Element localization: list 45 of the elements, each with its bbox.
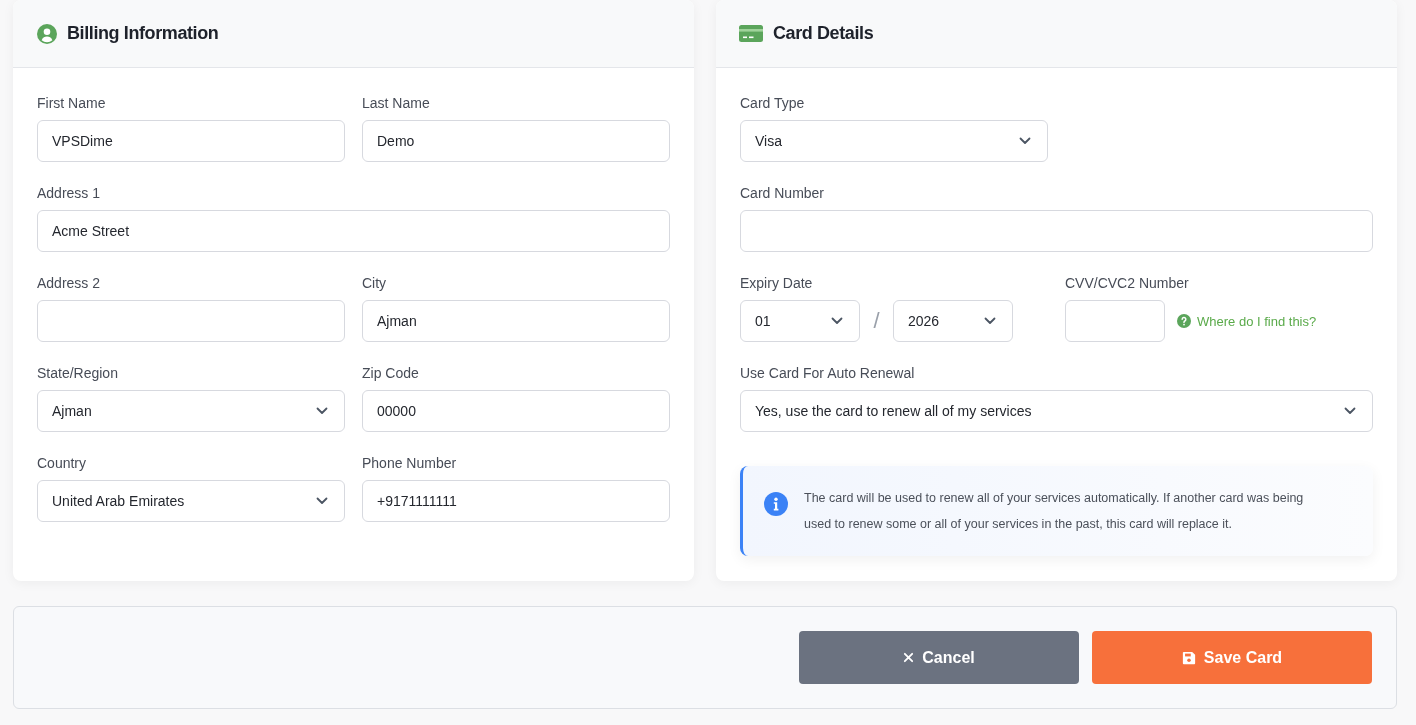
date-separator: / xyxy=(872,307,881,335)
input-field[interactable]: Demo xyxy=(362,120,670,162)
field-label: First Name xyxy=(37,94,107,112)
select-field[interactable]: 01 xyxy=(740,300,860,342)
select-field[interactable]: United Arab Emirates xyxy=(37,480,345,522)
chevron-down-icon xyxy=(984,317,996,325)
input-field[interactable] xyxy=(740,210,1373,252)
notice-text: The card will be used to renew all of your services automatically. If another card was being used to renew some or all of your services in the past, this card will replace it. xyxy=(804,490,1305,533)
field-label: Address 1 xyxy=(37,184,102,202)
field-label: City xyxy=(362,274,388,292)
select-field[interactable]: Visa xyxy=(740,120,1048,162)
input-field[interactable]: 00000 xyxy=(362,390,670,432)
user-circle-icon xyxy=(37,23,57,44)
input-field[interactable]: Ajman xyxy=(362,300,670,342)
field-label: Card Type xyxy=(740,94,806,112)
chevron-down-icon xyxy=(831,317,843,325)
select-field[interactable]: 2026 xyxy=(893,300,1013,342)
field-label: Card Number xyxy=(740,184,826,202)
field-label: Last Name xyxy=(362,94,431,112)
field-label: State/Region xyxy=(37,364,119,382)
input-field[interactable]: VPSDime xyxy=(37,120,345,162)
field-label: Use Card For Auto Renewal xyxy=(740,364,916,382)
input-field[interactable]: Acme Street xyxy=(37,210,670,252)
field-label: CVV/CVC2 Number xyxy=(1065,274,1190,292)
input-field[interactable]: +9171111111 xyxy=(362,480,670,522)
chevron-down-icon xyxy=(316,407,328,415)
field-label: Phone Number xyxy=(362,454,458,472)
field-label: Country xyxy=(37,454,88,472)
field-label: Address 2 xyxy=(37,274,102,292)
chevron-down-icon xyxy=(316,497,328,505)
info-icon xyxy=(764,492,788,516)
select-field[interactable]: Yes, use the card to renew all of my services xyxy=(740,390,1373,432)
chevron-down-icon xyxy=(1344,407,1356,415)
select-field[interactable]: Ajman xyxy=(37,390,345,432)
credit-card-icon xyxy=(739,25,763,42)
panel-title: Card Details xyxy=(773,23,874,44)
close-icon xyxy=(903,652,915,663)
field-label: Zip Code xyxy=(362,364,420,382)
cancel-button[interactable]: Cancel xyxy=(799,631,1079,684)
field-label: Expiry Date xyxy=(740,274,814,292)
input-field[interactable] xyxy=(1065,300,1165,342)
question-circle-icon xyxy=(1177,314,1191,328)
panel-title: Billing Information xyxy=(67,23,219,44)
input-field[interactable] xyxy=(37,300,345,342)
chevron-down-icon xyxy=(1019,137,1031,145)
